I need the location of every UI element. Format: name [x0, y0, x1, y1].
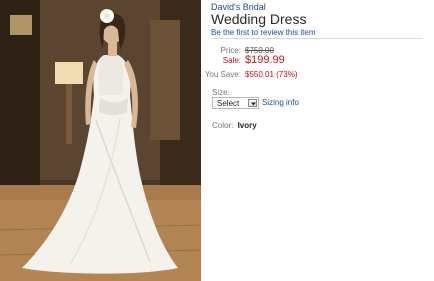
sale-label: Sale:	[222, 56, 241, 65]
product-image[interactable]	[0, 0, 201, 281]
sale-price: $199.99	[245, 54, 285, 66]
color-row: Color: Ivory	[212, 121, 257, 130]
savings-label: You Save:	[204, 70, 241, 79]
product-title: Wedding Dress	[211, 11, 307, 27]
color-value: Ivory	[237, 121, 257, 130]
sizing-info-link[interactable]: Sizing info	[262, 98, 299, 107]
size-select[interactable]: Select	[212, 97, 259, 109]
size-select-value: Select	[217, 99, 240, 108]
color-label: Color:	[212, 121, 234, 130]
review-link[interactable]: Be the first to review this item	[211, 28, 315, 37]
savings-value: $550.01 (73%)	[245, 70, 298, 79]
price-label: Price:	[220, 46, 241, 55]
divider	[211, 38, 423, 39]
size-label: Size:	[212, 88, 230, 97]
chevron-down-icon[interactable]	[248, 99, 257, 107]
